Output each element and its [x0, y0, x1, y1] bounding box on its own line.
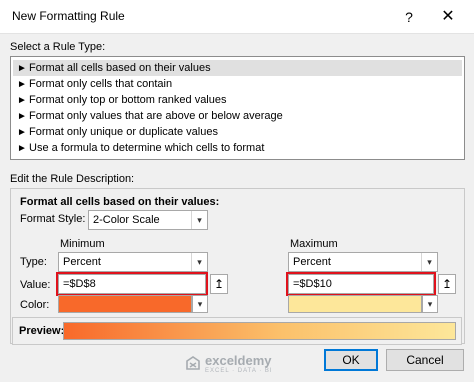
minimum-label: Minimum — [60, 238, 105, 250]
arrow-icon: ► — [17, 63, 27, 74]
description-heading: Format all cells based on their values: — [20, 196, 220, 208]
exceldemy-watermark: exceldemy EXCEL · DATA · BI — [185, 351, 325, 377]
arrow-icon: ► — [17, 79, 27, 90]
rule-type-item[interactable]: ► Format only unique or duplicate values — [13, 124, 462, 140]
preview-panel: Preview: — [12, 317, 462, 345]
min-value-collapse-icon[interactable]: ↥ — [210, 274, 228, 294]
chevron-down-icon: ▾ — [191, 253, 207, 271]
rule-type-section-label: Select a Rule Type: — [10, 41, 106, 53]
format-style-dropdown[interactable]: 2-Color Scale ▾ — [88, 210, 208, 230]
rule-type-item-label: Format only top or bottom ranked values — [29, 94, 227, 106]
rule-type-item[interactable]: ► Format all cells based on their values — [13, 60, 462, 76]
rule-type-item-label: Format only unique or duplicate values — [29, 126, 218, 138]
max-type-value: Percent — [293, 256, 331, 268]
max-type-dropdown[interactable]: Percent ▾ — [288, 252, 438, 272]
rule-type-list[interactable]: ► Format all cells based on their values … — [10, 56, 465, 160]
help-button[interactable]: ? — [398, 6, 420, 28]
rule-type-item-label: Use a formula to determine which cells t… — [29, 142, 265, 154]
chevron-down-icon: ▾ — [421, 253, 437, 271]
title-bar: New Formatting Rule ? ✕ — [0, 0, 474, 34]
arrow-icon: ► — [17, 111, 27, 122]
min-type-dropdown[interactable]: Percent ▾ — [58, 252, 208, 272]
min-value-highlight — [56, 272, 208, 296]
close-button[interactable]: ✕ — [436, 6, 460, 28]
min-color-swatch[interactable] — [58, 295, 192, 313]
rule-type-item[interactable]: ► Format only cells that contain — [13, 76, 462, 92]
watermark-tagline: EXCEL · DATA · BI — [205, 368, 273, 374]
rule-type-item-label: Format all cells based on their values — [29, 62, 211, 74]
type-label: Type: — [20, 256, 47, 268]
chevron-down-icon[interactable]: ▾ — [192, 295, 208, 313]
ok-button[interactable]: OK — [324, 349, 378, 371]
rule-type-item-label: Format only values that are above or bel… — [29, 110, 283, 122]
preview-label: Preview: — [19, 325, 65, 337]
preview-gradient — [63, 322, 456, 340]
exceldemy-logo-icon — [186, 356, 200, 370]
arrow-icon: ► — [17, 95, 27, 106]
rule-type-item[interactable]: ► Format only values that are above or be… — [13, 108, 462, 124]
arrow-icon: ► — [17, 143, 27, 154]
window-title: New Formatting Rule — [12, 9, 125, 23]
value-label: Value: — [20, 279, 51, 291]
max-value-collapse-icon[interactable]: ↥ — [438, 274, 456, 294]
watermark-name: exceldemy — [205, 353, 272, 368]
max-color-swatch[interactable] — [288, 295, 422, 313]
rule-type-item[interactable]: ► Use a formula to determine which cells … — [13, 140, 462, 156]
cancel-button[interactable]: Cancel — [386, 349, 464, 371]
color-label: Color: — [20, 299, 50, 311]
chevron-down-icon[interactable]: ▾ — [422, 295, 438, 313]
rule-description-section-label: Edit the Rule Description: — [10, 173, 135, 185]
maximum-label: Maximum — [290, 238, 338, 250]
chevron-down-icon: ▾ — [191, 211, 207, 229]
min-type-value: Percent — [63, 256, 101, 268]
rule-type-item[interactable]: ► Format only top or bottom ranked values — [13, 92, 462, 108]
rule-type-item-label: Format only cells that contain — [29, 78, 173, 90]
max-value-highlight — [286, 272, 436, 296]
arrow-icon: ► — [17, 127, 27, 138]
format-style-label: Format Style: — [20, 213, 86, 225]
format-style-value: 2-Color Scale — [93, 214, 160, 226]
